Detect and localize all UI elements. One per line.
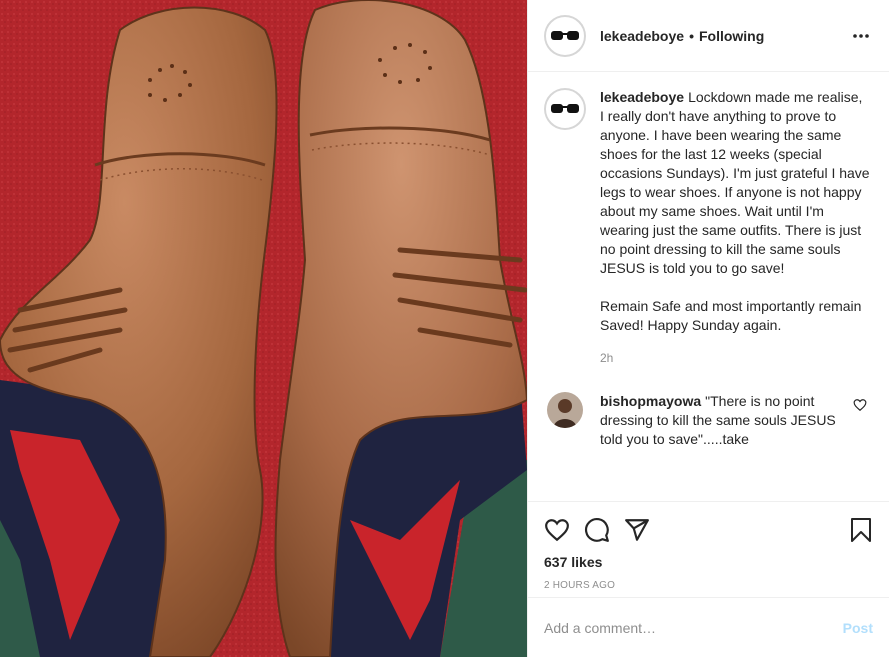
commenter-avatar[interactable] <box>547 392 583 428</box>
instagram-post: lekeadeboye • Following lekeadeboye Lock… <box>0 0 889 657</box>
comment-icon[interactable] <box>584 510 624 550</box>
caption-body: lekeadeboye Lockdown made me realise, I r… <box>600 88 870 368</box>
sunglasses-avatar-icon <box>551 104 579 113</box>
add-comment-input[interactable] <box>544 619 843 636</box>
post-photo[interactable] <box>0 0 527 657</box>
post-side-panel: lekeadeboye • Following lekeadeboye Lock… <box>527 0 889 657</box>
post-caption: lekeadeboye Lockdown made me realise, I r… <box>544 88 873 368</box>
bookmark-icon[interactable] <box>833 510 873 550</box>
caption-paragraph-2: Remain Safe and most importantly remain … <box>600 298 866 333</box>
post-header: lekeadeboye • Following <box>528 0 889 72</box>
caption-text-1: Lockdown made me realise, I really don't… <box>600 89 874 276</box>
comment-like-heart-icon[interactable] <box>853 398 867 412</box>
more-horizontal-icon[interactable] <box>849 24 873 48</box>
comment-body: bishopmayowa "There is no point dressing … <box>600 392 840 449</box>
caption-username[interactable]: lekeadeboye <box>600 89 684 105</box>
post-date[interactable]: 2 HOURS AGO <box>544 580 873 591</box>
sunglasses-avatar-icon <box>551 30 579 40</box>
caption-timestamp[interactable]: 2h <box>600 349 870 368</box>
caption-avatar[interactable] <box>544 88 586 130</box>
action-icons <box>544 510 873 550</box>
comment-username[interactable]: bishopmayowa <box>600 393 701 409</box>
add-comment-bar: Post <box>528 597 889 657</box>
likes-count[interactable]: 637 likes <box>544 554 873 570</box>
header-separator: • <box>689 27 694 44</box>
share-icon[interactable] <box>624 510 664 550</box>
caption-paragraph-1: lekeadeboye Lockdown made me realise, I r… <box>600 88 870 278</box>
author-username[interactable]: lekeadeboye <box>600 28 684 44</box>
comments-area[interactable]: lekeadeboye Lockdown made me realise, I r… <box>528 72 889 501</box>
post-comment-button[interactable]: Post <box>843 620 873 636</box>
comment-item: bishopmayowa "There is no point dressing … <box>544 392 873 449</box>
post-actions: 637 likes 2 HOURS AGO <box>528 501 889 597</box>
heart-icon[interactable] <box>544 510 584 550</box>
author-avatar[interactable] <box>544 14 586 57</box>
following-button[interactable]: Following <box>699 28 764 44</box>
shoes-photo-illustration <box>0 0 527 657</box>
